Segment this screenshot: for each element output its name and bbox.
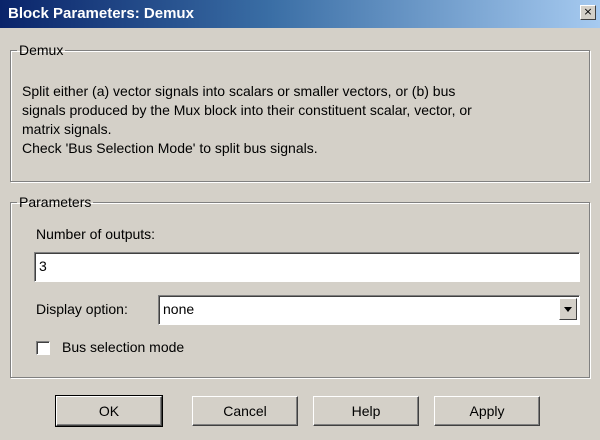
bus-selection-label: Bus selection mode <box>62 339 185 355</box>
close-button[interactable]: × <box>580 5 596 20</box>
display-option-value: none <box>163 301 195 317</box>
title-bar: Block Parameters: Demux × <box>0 0 600 28</box>
apply-button[interactable]: Apply <box>434 396 540 426</box>
dropdown-button[interactable] <box>559 298 577 320</box>
demux-legend: Demux <box>19 42 64 58</box>
chevron-down-icon <box>564 307 572 312</box>
cancel-button[interactable]: Cancel <box>192 396 298 426</box>
display-option-label: Display option: <box>36 301 128 317</box>
block-description: Split either (a) vector signals into sca… <box>22 83 472 156</box>
bus-selection-checkbox[interactable] <box>36 341 50 355</box>
num-outputs-input[interactable]: 3 <box>34 252 580 282</box>
window-title: Block Parameters: Demux <box>8 5 194 22</box>
ok-button[interactable]: OK <box>55 395 163 427</box>
parameters-legend: Parameters <box>19 194 92 210</box>
close-icon: × <box>583 5 593 18</box>
help-button[interactable]: Help <box>313 396 419 426</box>
display-option-select[interactable]: none <box>158 295 580 325</box>
num-outputs-label: Number of outputs: <box>36 226 156 242</box>
